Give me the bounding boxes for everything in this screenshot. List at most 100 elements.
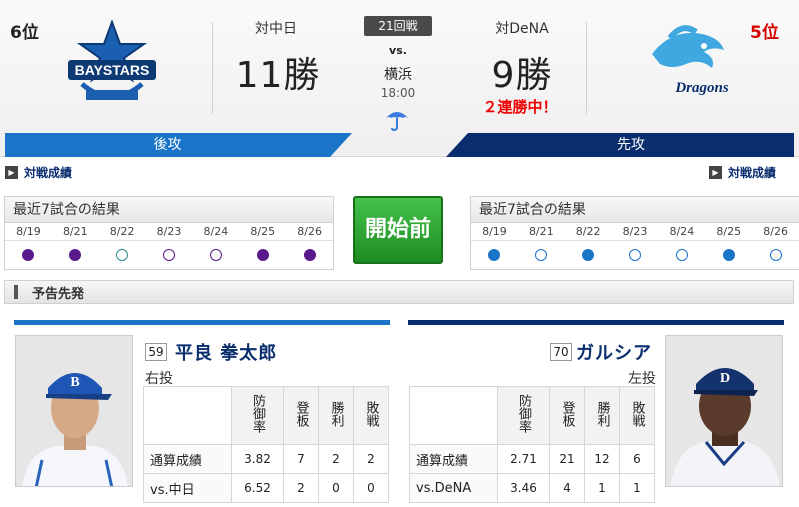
svg-text:D: D	[720, 371, 730, 386]
stadium-name: 横浜	[384, 67, 412, 83]
recent-dates: 8/19 8/21 8/22 8/23 8/24 8/25 8/26	[5, 223, 333, 241]
recent-date: 8/19	[16, 225, 41, 238]
left-head-to-head-link[interactable]: ▶ 対戦成績	[5, 164, 72, 181]
recent-date: 8/19	[482, 225, 507, 238]
recent-date: 8/25	[250, 225, 276, 238]
recent-result	[286, 241, 333, 269]
right-pitcher-hand: 左投	[628, 371, 656, 387]
right-head-to-head-link[interactable]: ▶ 対戦成績	[709, 164, 776, 181]
stat-value: 4	[549, 473, 585, 503]
left-team-rank: 6位	[10, 23, 39, 43]
recent-date: 8/24	[203, 225, 229, 238]
result-loss-icon	[769, 249, 782, 261]
arrow-right-icon: ▶	[709, 166, 722, 179]
svg-text:BAYSTARS: BAYSTARS	[75, 62, 150, 78]
stat-header: 敗戦	[353, 386, 389, 445]
stat-value: 0	[353, 473, 389, 503]
stat-value: 7	[283, 444, 319, 474]
result-win-icon	[722, 249, 735, 261]
stats-row: 通算成績 2.71 21 12 6	[409, 444, 655, 474]
win-streak-text: ２連勝中！	[482, 98, 558, 116]
result-loss-icon	[163, 249, 175, 261]
recent-date: 8/26	[297, 225, 322, 238]
stat-header-label: 勝利	[594, 400, 610, 427]
recent-result	[658, 241, 705, 269]
stat-value: 6	[619, 444, 655, 474]
result-win-icon	[69, 249, 82, 261]
recent-date: 8/21	[528, 225, 554, 238]
recent-date: 8/22	[575, 225, 601, 238]
stat-header-label: 登板	[559, 400, 575, 427]
stat-value: 6.52	[231, 473, 284, 503]
left-pitcher-name[interactable]: 平良 拳太郎	[175, 339, 277, 365]
recent-result	[146, 241, 193, 269]
right-pitcher-photo: D	[665, 335, 783, 487]
left-pitcher-hand: 右投	[145, 371, 173, 387]
probable-pitchers-header	[4, 280, 794, 304]
recent-result	[52, 241, 99, 269]
stat-value: 2	[283, 473, 319, 503]
left-wins: 11勝	[235, 55, 321, 96]
stats-row: vs.中日 6.52 2 0 0	[143, 473, 389, 503]
svg-text:Dragons: Dragons	[674, 80, 729, 96]
row-label: vs.DeNA	[409, 473, 498, 503]
result-win-icon	[582, 249, 595, 261]
right-opponent-label: 対DeNA	[495, 21, 549, 37]
right-team-rank: 5位	[750, 23, 779, 43]
recent-result	[239, 241, 286, 269]
start-time: 18:00	[380, 86, 416, 100]
recent-title: 最近7試合の結果	[471, 197, 799, 223]
vs-label: vs.	[389, 44, 407, 57]
stat-value: 1	[584, 473, 620, 503]
stat-header-label: 勝利	[328, 400, 344, 427]
game-status-button[interactable]: 開始前	[353, 196, 443, 264]
stat-value: 2.71	[497, 444, 550, 474]
left-pitcher-rule	[14, 320, 390, 325]
stat-header: 防御率	[497, 386, 550, 445]
right-pitcher-number: 70	[550, 343, 572, 361]
left-recent-results: 最近7試合の結果 8/19 8/21 8/22 8/23 8/24 8/25 8/26	[4, 196, 334, 270]
row-label: 通算成績	[143, 444, 232, 474]
recent-marks	[5, 241, 333, 269]
stat-header-label: 敗戦	[629, 400, 645, 427]
stat-header-label: 敗戦	[363, 400, 379, 427]
row-label: vs.中日	[143, 473, 232, 503]
left-batting-order: 後攻	[5, 133, 330, 157]
stat-value: 12	[584, 444, 620, 474]
row-label: 通算成績	[409, 444, 498, 474]
right-recent-results: 最近7試合の結果 8/19 8/21 8/22 8/23 8/24 8/25 8/26	[470, 196, 799, 270]
recent-result	[518, 241, 565, 269]
stat-value: 2	[318, 444, 354, 474]
recent-date: 8/21	[62, 225, 88, 238]
recent-date: 8/24	[669, 225, 695, 238]
result-loss-icon	[209, 249, 222, 261]
recent-result	[99, 241, 146, 269]
stat-header: 勝利	[584, 386, 620, 445]
recent-result	[705, 241, 752, 269]
dragons-logo: Dragons	[652, 25, 729, 96]
recent-date: 8/26	[763, 225, 788, 238]
stat-value: 21	[549, 444, 585, 474]
stat-header: 勝利	[318, 386, 354, 445]
game-number-badge: 21回戦	[364, 16, 432, 36]
result-win-icon	[488, 249, 501, 261]
right-pitcher-name[interactable]: ガルシア	[576, 339, 652, 365]
section-title: 予告先発	[32, 287, 85, 302]
recent-result	[612, 241, 659, 269]
stats-row: 通算成績 3.82 7 2 2	[143, 444, 389, 474]
link-label: 対戦成績	[728, 166, 777, 180]
right-batting-order: 先攻	[468, 133, 794, 157]
left-pitcher-photo: B	[15, 335, 133, 487]
stat-header-label: 防御率	[516, 394, 531, 433]
stat-header: 敗戦	[619, 386, 655, 445]
recent-dates: 8/19 8/21 8/22 8/23 8/24 8/25 8/26	[471, 223, 799, 241]
right-pitcher-rule	[408, 320, 784, 325]
recent-date: 8/23	[622, 225, 648, 238]
result-none-icon	[116, 249, 129, 261]
stat-value: 3.82	[231, 444, 284, 474]
stat-value: 1	[619, 473, 655, 503]
arrow-right-icon: ▶	[5, 166, 18, 179]
left-pitcher-stats: 防御率 登板 勝利 敗戦 通算成績 3.82 7 2 2 vs.中日 6.52 2 0 0	[143, 386, 389, 503]
right-pitcher-stats: 防御率 登板 勝利 敗戦 通算成績 2.71 21 12 6 vs.DeNA 3.46 4 1 1	[409, 386, 655, 503]
left-opponent-label: 対中日	[255, 21, 297, 37]
